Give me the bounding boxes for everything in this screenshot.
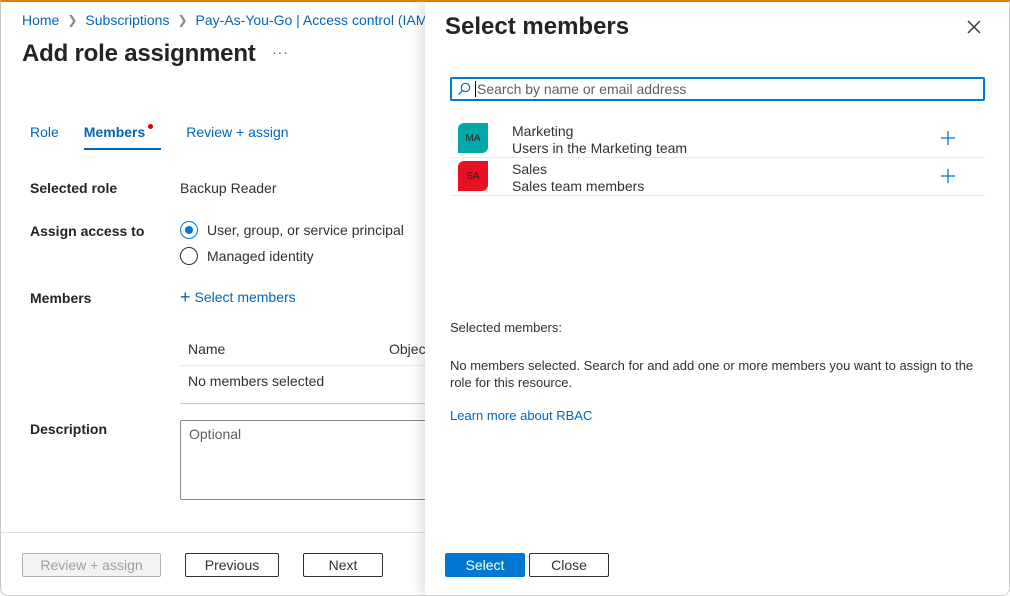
more-options-button[interactable]: ··· <box>272 44 289 60</box>
tab-review-assign-label: Review + assign <box>186 124 289 140</box>
breadcrumb-iam[interactable]: Pay-As-You-Go | Access control (IAM) <box>196 12 433 28</box>
tab-bar: Role Members Review + assign <box>30 124 314 150</box>
members-table: Name Object No members selected <box>180 332 440 404</box>
result-item-marketing[interactable]: MA Marketing Users in the Marketing team <box>450 120 985 158</box>
window-frame: Home ❯ Subscriptions ❯ Pay-As-You-Go | A… <box>0 0 1010 596</box>
tab-review-assign[interactable]: Review + assign <box>186 124 288 150</box>
radio-user-group-sp[interactable]: User, group, or service principal <box>180 221 404 239</box>
avatar: SA <box>458 161 488 191</box>
result-name: Marketing <box>512 123 574 139</box>
result-item-sales[interactable]: SA Sales Sales team members <box>450 158 985 196</box>
select-members-link[interactable]: + Select members <box>180 287 296 307</box>
radio-managed-identity-label: Managed identity <box>207 248 314 264</box>
select-button[interactable]: Select <box>445 553 525 577</box>
review-assign-button[interactable]: Review + assign <box>22 553 161 577</box>
search-box <box>450 77 985 101</box>
selected-members-label: Selected members: <box>450 320 562 335</box>
tab-role-label: Role <box>30 124 59 140</box>
close-icon[interactable] <box>965 18 983 36</box>
required-indicator-dot <box>148 124 154 129</box>
column-header-name: Name <box>188 341 226 357</box>
selected-members-message: No members selected. Search for and add … <box>450 358 974 390</box>
page-title: Add role assignment <box>22 40 256 67</box>
result-name: Sales <box>512 161 548 177</box>
tab-role[interactable]: Role <box>30 124 59 150</box>
description-textarea[interactable]: Optional <box>180 420 440 500</box>
avatar: MA <box>458 123 488 153</box>
select-members-panel: Select members MA Marketing Users in the… <box>425 2 1009 595</box>
result-description: Sales team members <box>512 178 645 194</box>
chevron-right-icon: ❯ <box>177 13 188 27</box>
description-label: Description <box>30 421 108 437</box>
tab-members-label: Members <box>83 124 146 140</box>
breadcrumb-home[interactable]: Home <box>22 12 59 28</box>
column-header-object: Object <box>389 341 430 357</box>
close-button[interactable]: Close <box>529 553 609 577</box>
selected-role-label: Selected role <box>30 180 118 196</box>
selected-role-value: Backup Reader <box>180 180 277 196</box>
members-table-empty-row: No members selected <box>180 366 440 404</box>
breadcrumb-subscriptions[interactable]: Subscriptions <box>85 12 169 28</box>
radio-user-group-sp-label: User, group, or service principal <box>207 222 404 238</box>
tab-members[interactable]: Members <box>83 124 162 150</box>
plus-icon: + <box>180 287 191 307</box>
members-label: Members <box>30 290 92 306</box>
next-button[interactable]: Next <box>303 553 383 577</box>
radio-checked-icon <box>180 221 198 239</box>
breadcrumb: Home ❯ Subscriptions ❯ Pay-As-You-Go | A… <box>22 12 432 28</box>
learn-more-rbac-link[interactable]: Learn more about RBAC <box>450 408 592 423</box>
add-plus-icon[interactable] <box>940 168 956 184</box>
search-input[interactable] <box>475 81 983 97</box>
add-role-assignment-blade: Home ❯ Subscriptions ❯ Pay-As-You-Go | A… <box>1 2 440 595</box>
radio-unchecked-icon <box>180 247 198 265</box>
search-icon <box>458 82 471 95</box>
panel-title: Select members <box>445 13 630 40</box>
assign-access-label: Assign access to <box>30 223 145 239</box>
chevron-right-icon: ❯ <box>67 13 78 27</box>
result-description: Users in the Marketing team <box>512 140 688 156</box>
radio-managed-identity[interactable]: Managed identity <box>180 247 314 265</box>
previous-button[interactable]: Previous <box>185 553 279 577</box>
select-members-link-label: Select members <box>194 289 296 305</box>
members-table-header: Name Object <box>180 332 440 366</box>
add-plus-icon[interactable] <box>940 130 956 146</box>
